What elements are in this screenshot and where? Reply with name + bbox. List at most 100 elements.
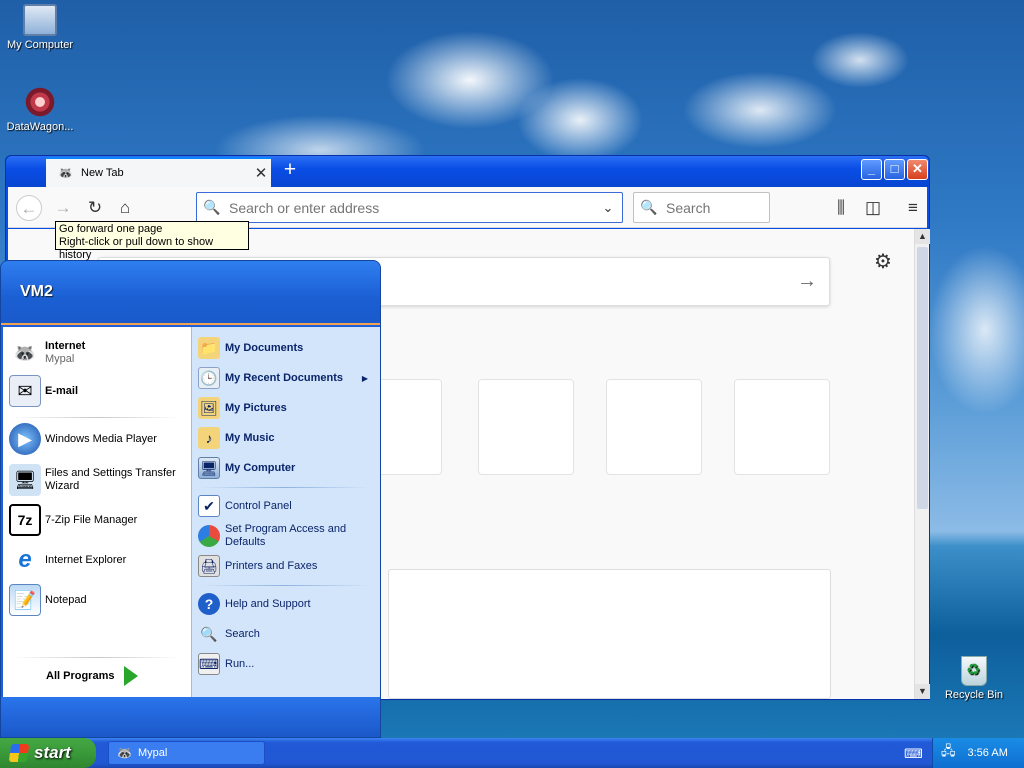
new-tab-button[interactable]: + <box>278 159 302 183</box>
url-input[interactable] <box>227 195 594 220</box>
start-menu-header: VM2 <box>1 261 380 325</box>
folder-pictures-icon: 🖼 <box>198 397 220 419</box>
scroll-down-icon[interactable]: ▼ <box>915 684 930 699</box>
desktop-icon-label: Recycle Bin <box>944 689 1004 701</box>
home-icon[interactable]: ⌂ <box>112 195 138 221</box>
menu-item-email[interactable]: ✉ E-mail <box>9 375 187 407</box>
windows-logo-icon <box>8 744 30 762</box>
close-button[interactable]: ✕ <box>907 159 928 180</box>
7zip-icon: 7z <box>9 504 41 536</box>
sidebar-icon[interactable]: ◫ <box>860 195 886 221</box>
search-icon: 🔍 <box>203 199 221 215</box>
taskbar-item-mypal[interactable]: 🦝 Mypal <box>108 741 265 765</box>
menu-item-label: Internet Explorer <box>45 553 127 566</box>
menu-item-my-computer[interactable]: 🖥 My Computer <box>198 457 376 479</box>
forward-tooltip: Go forward one page Right-click or pull … <box>55 221 249 261</box>
menu-separator <box>200 585 370 586</box>
printer-icon: 🖨 <box>198 555 220 577</box>
back-icon[interactable]: ← <box>16 195 42 221</box>
menu-item-control-panel[interactable]: ✔ Control Panel <box>198 495 376 517</box>
minimize-button[interactable]: _ <box>861 159 882 180</box>
menu-item-label: My Pictures <box>225 401 287 414</box>
menu-item-run[interactable]: ⌨ Run... <box>198 653 376 675</box>
menu-separator <box>200 487 370 488</box>
menu-item-label: Control Panel <box>225 499 292 512</box>
arrow-right-icon[interactable]: → <box>797 270 817 293</box>
url-bar[interactable]: 🔍 ⌄ <box>196 192 623 223</box>
menu-item-7zip[interactable]: 7z 7-Zip File Manager <box>9 504 187 536</box>
desktop-icon-recycle-bin[interactable]: Recycle Bin <box>934 656 1014 701</box>
menu-separator <box>13 657 181 658</box>
menu-item-label: Help and Support <box>225 597 311 610</box>
menu-item-help-support[interactable]: ? Help and Support <box>198 593 376 615</box>
menu-item-set-program-access[interactable]: Set Program Access and Defaults <box>198 523 376 549</box>
hamburger-menu-icon[interactable]: ≡ <box>900 195 926 221</box>
menu-item-label: Run... <box>225 657 255 670</box>
taskbar-item-label: Mypal <box>137 747 168 759</box>
menu-item-internet[interactable]: 🦝 Internet Mypal <box>9 337 187 369</box>
desktop-icon-my-computer[interactable]: My Computer <box>0 4 80 51</box>
menu-item-label: Search <box>225 627 260 640</box>
menu-item-internet-explorer[interactable]: e Internet Explorer <box>9 544 187 576</box>
mypal-icon: 🦝 <box>117 746 132 760</box>
mypal-favicon-icon: 🦝 <box>58 166 73 180</box>
browser-titlebar[interactable]: 🦝 New Tab ✕ + _ □ ✕ <box>6 156 929 187</box>
email-icon: ✉ <box>9 375 41 407</box>
control-panel-icon: ✔ <box>198 495 220 517</box>
user-name: VM2 <box>20 283 53 300</box>
desktop-icon-datawagon[interactable]: DataWagon... <box>0 86 80 133</box>
tooltip-line: Right-click or pull down to show history <box>59 236 214 261</box>
menu-item-search[interactable]: 🔍 Search <box>198 623 376 645</box>
system-tray: 🖧 3:56 AM <box>932 738 1024 768</box>
menu-item-label: Notepad <box>45 593 87 606</box>
search-icon: 🔍 <box>640 199 658 215</box>
folder-documents-icon: 📁 <box>198 337 220 359</box>
clock[interactable]: 3:56 AM <box>968 747 1008 759</box>
scroll-up-icon[interactable]: ▲ <box>915 229 930 244</box>
start-button[interactable]: start <box>0 738 96 768</box>
transfer-wizard-icon: 🖥 <box>9 464 41 496</box>
start-menu: VM2 🦝 Internet Mypal ✉ E-mail ▶ Windows M… <box>0 260 381 738</box>
search-box[interactable]: 🔍 <box>633 192 770 223</box>
menu-item-notepad[interactable]: 📝 Notepad <box>9 584 187 616</box>
network-icon[interactable]: 🖧 <box>941 742 956 764</box>
menu-item-label: My Documents <box>225 341 304 354</box>
notepad-icon: 📝 <box>9 584 41 616</box>
top-site-tile[interactable] <box>606 379 702 475</box>
taskbar: start 🦝 Mypal ⌨ 🖧 3:56 AM <box>0 738 1024 768</box>
top-site-tile[interactable] <box>478 379 574 475</box>
menu-item-windows-media-player[interactable]: ▶ Windows Media Player <box>9 423 187 455</box>
chevron-down-icon[interactable]: ⌄ <box>594 200 622 216</box>
menu-separator <box>13 417 181 418</box>
search-input[interactable] <box>664 198 759 217</box>
library-icon[interactable]: ⫼ <box>828 195 854 221</box>
tab-close-icon[interactable]: ✕ <box>251 164 271 182</box>
start-label: start <box>34 743 71 762</box>
forward-icon[interactable]: → <box>50 195 76 221</box>
menu-item-my-music[interactable]: ♪ My Music <box>198 427 376 449</box>
gear-icon[interactable]: ⚙ <box>874 249 892 274</box>
tab-title: New Tab <box>81 167 124 179</box>
menu-item-files-settings-transfer[interactable]: 🖥 Files and Settings Transfer Wizard <box>9 464 187 496</box>
top-site-tile[interactable] <box>734 379 830 475</box>
start-menu-places: 📁 My Documents 🕒 My Recent Documents ▶ 🖼… <box>191 327 380 697</box>
menu-item-label: My Computer <box>225 461 296 474</box>
menu-item-my-recent-documents[interactable]: 🕒 My Recent Documents ▶ <box>198 367 376 389</box>
desktop-icon-label: DataWagon... <box>6 121 74 133</box>
menu-item-my-pictures[interactable]: 🖼 My Pictures <box>198 397 376 419</box>
all-programs-label: All Programs <box>46 670 115 682</box>
menu-item-my-documents[interactable]: 📁 My Documents <box>198 337 376 359</box>
reload-icon[interactable]: ↻ <box>82 195 108 221</box>
menu-item-printers-faxes[interactable]: 🖨 Printers and Faxes <box>198 555 376 577</box>
all-programs-button[interactable]: All Programs <box>46 666 139 686</box>
vertical-scrollbar[interactable]: ▲ ▼ <box>914 229 930 699</box>
keyboard-icon[interactable]: ⌨ <box>904 746 923 762</box>
datawagon-icon <box>23 86 57 118</box>
tab-new-tab[interactable]: 🦝 New Tab ✕ <box>46 157 271 187</box>
desktop-icon-label: My Computer <box>6 39 74 51</box>
help-icon: ? <box>198 593 220 615</box>
scrollbar-thumb[interactable] <box>917 247 928 509</box>
menu-item-sublabel: Mypal <box>45 353 75 365</box>
menu-item-label: Internet <box>45 340 86 352</box>
maximize-button[interactable]: □ <box>884 159 905 180</box>
